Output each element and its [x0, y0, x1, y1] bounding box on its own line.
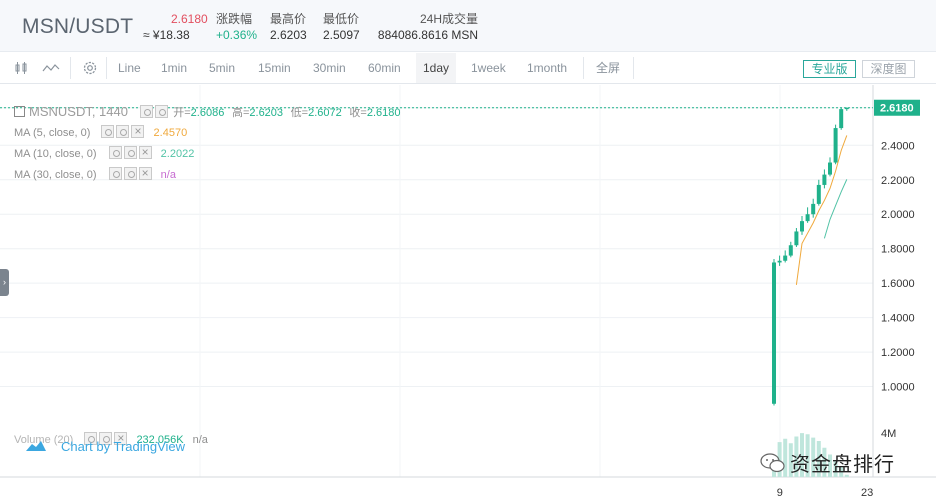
high-ohlc-value: 2.6203 [249, 107, 284, 119]
ma10-value: 2.2022 [160, 148, 195, 160]
eye-icon[interactable] [108, 167, 122, 180]
volume-value: 884086.8616 MSN [377, 28, 478, 42]
eye-icon[interactable] [139, 105, 153, 118]
volume-stat: 24H成交量 884086.8616 MSN [376, 12, 478, 43]
time-tick-label: 9 [777, 487, 783, 499]
candle-body [822, 174, 827, 185]
high-stat: 最高价 2.6203 [270, 12, 307, 43]
candle-body [783, 255, 788, 261]
last-price: 2.6180 [171, 12, 208, 27]
close-icon[interactable] [138, 145, 152, 159]
trading-app: MSN/USDT 2.6180 ≈ ¥18.38 涨跌幅 +0.36% 最高价 … [0, 0, 936, 501]
time-tick-label: 23 [861, 487, 873, 499]
candle-body [833, 128, 838, 163]
candle-body [811, 203, 816, 215]
candle-body [828, 162, 832, 175]
indicator-icon[interactable] [42, 61, 60, 75]
ma30-legend: MA (30, close, 0) n/a [14, 166, 176, 181]
interval-60min[interactable]: 60min [368, 53, 401, 83]
ma30-value: n/a [160, 169, 176, 181]
low-value: 2.5097 [323, 28, 360, 42]
interval-1day[interactable]: 1day [416, 53, 457, 83]
candle-type-icon[interactable] [14, 61, 28, 75]
ma5-label: MA (5, close, 0) [14, 127, 91, 139]
candle-body [772, 262, 776, 404]
price-tick-label: 2.2000 [881, 175, 915, 187]
eye-icon[interactable] [108, 146, 122, 159]
tradingview-attribution[interactable]: Chart by TradingView [25, 439, 185, 454]
ma30-label: MA (30, close, 0) [14, 169, 97, 181]
low-label: 最低价 [323, 12, 360, 26]
change-stat: 涨跌幅 +0.36% [216, 12, 257, 43]
price-tick-label: 2.0000 [881, 209, 915, 221]
settings-icon[interactable] [154, 105, 168, 118]
candle-body [816, 184, 821, 204]
pro-version-button[interactable]: 专业版 [803, 60, 856, 78]
symbol-label: MSNUSDT, 1440 [29, 104, 128, 119]
symbol-legend: MSNUSDT, 1440 开=2.6086 高=2.6203 低=2.6072… [14, 104, 400, 120]
close-value: 2.6180 [366, 107, 401, 119]
close-icon[interactable] [131, 124, 145, 138]
change-label: 涨跌幅 [216, 12, 253, 26]
settings-icon[interactable] [123, 167, 137, 180]
ma10-label: MA (10, close, 0) [14, 148, 97, 160]
price-tick-label: 1.6000 [881, 278, 915, 290]
settings-icon[interactable] [116, 125, 130, 138]
fullscreen-button[interactable]: 全屏 [596, 53, 620, 83]
candle-body [805, 214, 810, 222]
candle-body [794, 231, 799, 246]
toolbar-divider [633, 57, 634, 79]
tradingview-logo-icon [26, 441, 46, 451]
high-label: 最高价 [270, 12, 307, 26]
interval-5min[interactable]: 5min [209, 53, 235, 83]
candle-body [800, 221, 804, 232]
price-cny: ≈ ¥18.38 [143, 28, 190, 42]
interval-30min[interactable]: 30min [313, 53, 346, 83]
price-tick-label: 2.4000 [881, 140, 915, 152]
ma10-line [823, 179, 848, 239]
change-value: +0.36% [216, 28, 258, 42]
market-header: MSN/USDT 2.6180 ≈ ¥18.38 涨跌幅 +0.36% 最高价 … [0, 0, 936, 52]
eye-icon[interactable] [101, 125, 115, 138]
low-ohlc-value: 2.6072 [308, 107, 342, 119]
price-tick-label: 1.2000 [881, 347, 915, 359]
interval-1month[interactable]: 1month [527, 53, 567, 83]
watermark: 资金盘排行 [760, 448, 895, 477]
ma10-legend: MA (10, close, 0) 2.2022 [14, 145, 195, 160]
price-tick-label: 1.8000 [881, 244, 915, 256]
candle-body [777, 260, 782, 263]
depth-chart-button[interactable]: 深度图 [862, 60, 915, 78]
toolbar-divider [106, 57, 107, 79]
interval-line[interactable]: Line [118, 53, 141, 83]
volume-tick-label: 4M [881, 428, 896, 440]
price-tick-label: 1.0000 [881, 382, 915, 394]
settings-gear-icon[interactable] [82, 60, 98, 76]
toolbar-divider [70, 57, 71, 79]
collapse-icon[interactable] [14, 106, 25, 117]
price-tick-label: 1.4000 [881, 313, 915, 325]
interval-15min[interactable]: 15min [258, 53, 291, 83]
wechat-icon [760, 453, 785, 473]
volume-label: 24H成交量 [419, 12, 478, 26]
open-value: 2.6086 [190, 107, 225, 119]
price-value: 2.6180 [171, 12, 208, 26]
candle-body [839, 109, 844, 129]
ma5-line [795, 135, 848, 285]
ma5-legend: MA (5, close, 0) 2.4570 [14, 124, 188, 139]
toolbar-divider [583, 57, 584, 79]
last-price-label: 2.6180 [880, 103, 914, 115]
side-panel-toggle[interactable]: › [0, 269, 9, 296]
volume-ma-value: n/a [192, 434, 208, 446]
high-value: 2.6203 [270, 28, 307, 42]
settings-icon[interactable] [123, 146, 137, 159]
ma5-value: 2.4570 [153, 127, 188, 139]
close-icon[interactable] [138, 166, 152, 180]
candle-body [788, 245, 793, 256]
interval-1min[interactable]: 1min [161, 53, 187, 83]
interval-1week[interactable]: 1week [471, 53, 506, 83]
pair-title: MSN/USDT [22, 15, 134, 38]
chart-toolbar: Line 1min 5min 15min 30min 60min 1day 1w… [0, 53, 936, 84]
low-stat: 最低价 2.5097 [323, 12, 360, 43]
